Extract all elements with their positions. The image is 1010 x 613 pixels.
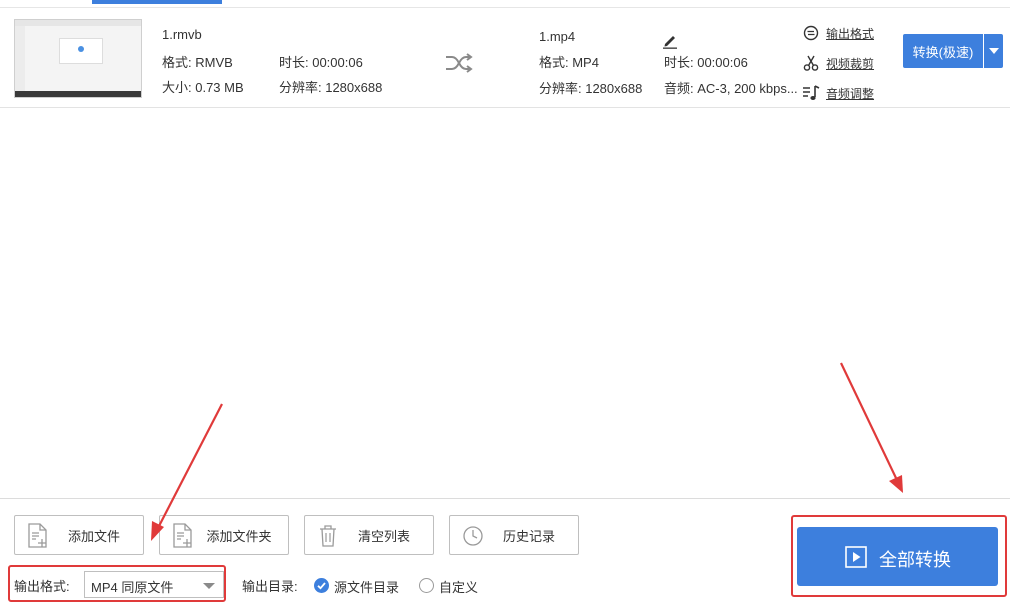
scissors-icon (803, 55, 819, 71)
source-resolution: 分辨率: 1280x688 (279, 80, 383, 95)
pencil-icon[interactable] (662, 33, 678, 49)
custom-dir-radio[interactable] (419, 578, 434, 593)
chevron-down-icon (988, 48, 999, 54)
arrow-to-convert-all (840, 362, 897, 479)
bottom-divider (0, 498, 1010, 499)
convert-all-label: 全部转换 (879, 550, 951, 570)
play-icon (845, 546, 867, 568)
audio-adjust-link[interactable]: 音频调整 (826, 85, 874, 102)
source-duration: 时长: 00:00:06 (279, 55, 363, 70)
source-dir-label[interactable]: 源文件目录 (334, 577, 399, 596)
output-dir-label: 输出目录: (242, 579, 298, 594)
chevron-down-icon (203, 583, 215, 589)
add-folder-label: 添加文件夹 (206, 528, 272, 544)
format-icon (803, 25, 819, 41)
file-list-item[interactable]: 1.rmvb 格式: RMVB 大小: 0.73 MB 时长: 00:00:06… (0, 8, 1010, 108)
music-note-icon (803, 85, 820, 100)
add-file-label: 添加文件 (67, 528, 120, 544)
output-format-select[interactable]: MP4 同原文件 (84, 571, 224, 598)
output-audio: 音频: AC-3, 200 kbps... (664, 81, 798, 96)
source-filename: 1.rmvb (162, 27, 202, 42)
output-resolution: 分辨率: 1280x688 (539, 81, 643, 96)
video-thumbnail[interactable] (14, 19, 142, 98)
source-size: 大小: 0.73 MB (162, 80, 244, 95)
source-format: 格式: RMVB (162, 55, 233, 70)
arrow-to-convert-all-head (889, 475, 903, 493)
history-button[interactable]: 历史记录 (449, 515, 579, 555)
arrow-to-format (157, 403, 223, 529)
convert-fast-button[interactable]: 转换(极速) (903, 34, 983, 68)
video-crop-link[interactable]: 视频裁剪 (826, 55, 874, 72)
custom-dir-label[interactable]: 自定义 (439, 577, 478, 596)
history-label: 历史记录 (502, 528, 555, 544)
source-dir-radio[interactable] (314, 578, 329, 593)
output-filename: 1.mp4 (539, 29, 576, 44)
convert-all-button[interactable]: 全部转换 (797, 527, 998, 586)
output-format-label: 输出格式: (14, 579, 70, 594)
output-format-link[interactable]: 输出格式 (826, 25, 874, 42)
clear-list-label: 清空列表 (357, 528, 410, 544)
shuffle-icon (446, 53, 473, 73)
convert-dropdown-button[interactable] (984, 34, 1003, 68)
output-format: 格式: MP4 (539, 55, 599, 70)
clear-list-button[interactable]: 清空列表 (304, 515, 434, 555)
output-format-value: MP4 同原文件 (91, 580, 174, 595)
add-folder-button[interactable]: 添加文件夹 (159, 515, 289, 555)
add-file-button[interactable]: 添加文件 (14, 515, 144, 555)
output-duration: 时长: 00:00:06 (664, 55, 748, 70)
active-tab-indicator (92, 0, 222, 4)
